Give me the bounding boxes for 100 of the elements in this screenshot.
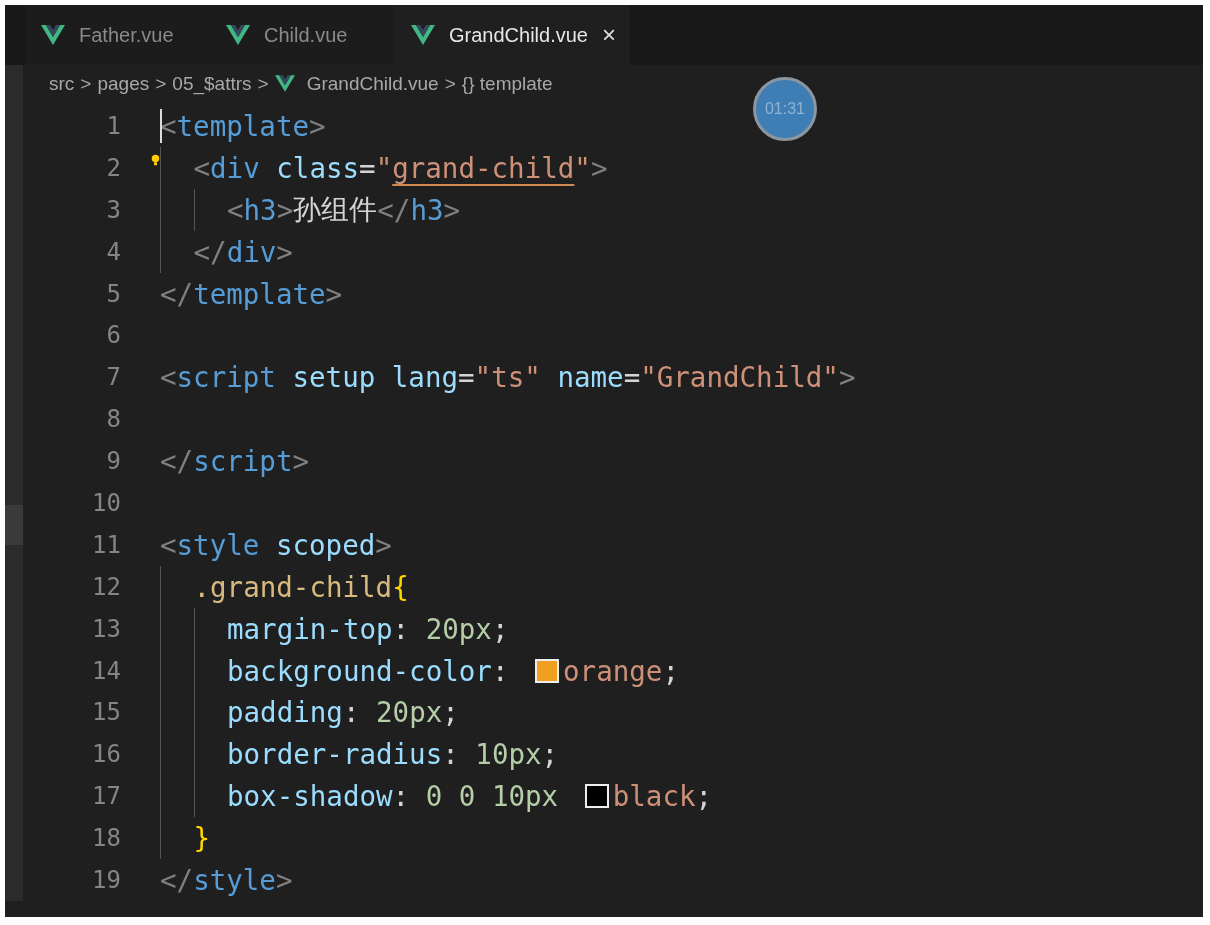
line-number: 6: [105, 321, 121, 350]
code-text: ;: [695, 780, 713, 813]
brace: {: [392, 570, 409, 603]
code-token: <: [227, 193, 244, 226]
breadcrumb-separator: >: [80, 73, 92, 95]
string-literal: ": [574, 151, 591, 184]
tag-name: style: [176, 528, 260, 561]
code-token: >: [276, 193, 294, 226]
line-number: 5: [105, 279, 121, 308]
line-number: 10: [91, 488, 121, 517]
code-text: =: [458, 361, 475, 394]
code-token: >: [309, 109, 326, 142]
breadcrumb-item[interactable]: {} template: [461, 73, 553, 95]
string-literal: "GrandChild": [640, 361, 839, 394]
line-number: 19: [91, 865, 121, 894]
color-swatch[interactable]: [584, 784, 609, 809]
code-token: <: [193, 151, 211, 184]
code-text: :: [392, 780, 411, 813]
line-number: 1: [105, 111, 121, 140]
css-selector: .grand-child: [193, 570, 393, 603]
string-literal: grand-child: [392, 151, 575, 184]
string-literal: "ts": [474, 361, 541, 394]
code-token: <: [160, 361, 177, 394]
color-swatch[interactable]: [535, 658, 560, 683]
line-number: 11: [91, 530, 121, 559]
line-number: 14: [91, 656, 121, 685]
tag-name: style: [193, 863, 276, 896]
attribute-name: padding: [227, 696, 343, 729]
vue-logo-icon: [411, 25, 435, 45]
code-token: >: [375, 528, 392, 561]
breadcrumb-item[interactable]: GrandChild.vue: [274, 73, 439, 95]
breadcrumb-item[interactable]: pages: [97, 73, 150, 95]
tag-name: h3: [243, 193, 277, 226]
string-literal: orange: [563, 654, 663, 687]
code-token: </: [160, 277, 194, 310]
code-token: </: [160, 863, 194, 896]
vue-logo-icon: [41, 25, 65, 45]
attribute-name: border-radius: [227, 738, 443, 771]
line-number: 18: [91, 824, 121, 853]
breadcrumb-separator: >: [444, 73, 456, 95]
line-number: 15: [91, 698, 121, 727]
close-icon[interactable]: ×: [601, 21, 616, 49]
attribute-name: background-color: [227, 654, 492, 687]
breadcrumb-separator: >: [155, 73, 167, 95]
code-text: :: [442, 738, 460, 771]
tag-name: script: [176, 361, 276, 394]
line-number: 12: [91, 572, 121, 601]
code-text: ;: [541, 738, 559, 771]
number-literal: 20px: [376, 696, 443, 729]
code-text: :: [392, 612, 411, 645]
code-text: :: [491, 654, 510, 687]
code-token: >: [325, 277, 343, 310]
timer-badge: 01:31: [753, 77, 817, 141]
code-text: =: [359, 151, 376, 184]
tag-name: div: [226, 235, 277, 268]
attribute-name: box-shadow: [227, 780, 393, 813]
code-token: </: [193, 235, 227, 268]
vue-logo-icon: [274, 75, 295, 92]
code-token: >: [838, 361, 856, 394]
breadcrumb-item[interactable]: 05_$attrs: [172, 73, 252, 95]
code-token: </: [377, 193, 411, 226]
string-literal: black: [612, 780, 696, 813]
brace: }: [193, 822, 211, 855]
breadcrumb-item[interactable]: src: [49, 73, 75, 95]
attribute-name: scoped: [274, 528, 376, 561]
code-token: <: [160, 109, 177, 142]
tag-name: template: [193, 277, 326, 310]
vue-logo-icon: [226, 25, 250, 45]
code-text: ;: [442, 696, 459, 729]
line-number: 3: [105, 195, 121, 224]
attribute-name: margin-top: [227, 612, 393, 645]
scroll-indicator: [5, 505, 23, 545]
code-token: >: [292, 445, 310, 478]
editor-tab[interactable]: Child.vue: [210, 5, 395, 65]
number-literal: 20px: [425, 612, 492, 645]
line-number: 4: [105, 237, 121, 266]
code-token: >: [276, 235, 293, 268]
breadcrumb-separator: >: [257, 73, 269, 95]
tag-name: script: [193, 445, 293, 478]
number-literal: 0 0 10px: [425, 780, 560, 813]
code-text: :: [342, 696, 361, 729]
string-literal: ": [375, 151, 393, 184]
code-token: >: [275, 863, 293, 896]
code-text: ;: [662, 654, 679, 687]
code-text: ;: [491, 612, 509, 645]
editor-tab[interactable]: Father.vue: [25, 5, 210, 65]
line-number: 17: [91, 782, 121, 811]
editor-tab[interactable]: GrandChild.vue ×: [395, 5, 630, 65]
line-number: 8: [105, 405, 121, 434]
tag-name: div: [210, 151, 260, 184]
number-literal: 10px: [475, 738, 542, 771]
line-number: 16: [91, 740, 121, 769]
code-token: <: [160, 528, 177, 561]
code-token: >: [590, 151, 608, 184]
tag-name: template: [176, 109, 309, 142]
line-number: 7: [105, 363, 121, 392]
attribute-name: class: [275, 151, 360, 184]
attribute-name: setup lang: [291, 361, 459, 394]
code-text: 孙组件: [293, 191, 378, 227]
code-token: >: [443, 193, 461, 226]
